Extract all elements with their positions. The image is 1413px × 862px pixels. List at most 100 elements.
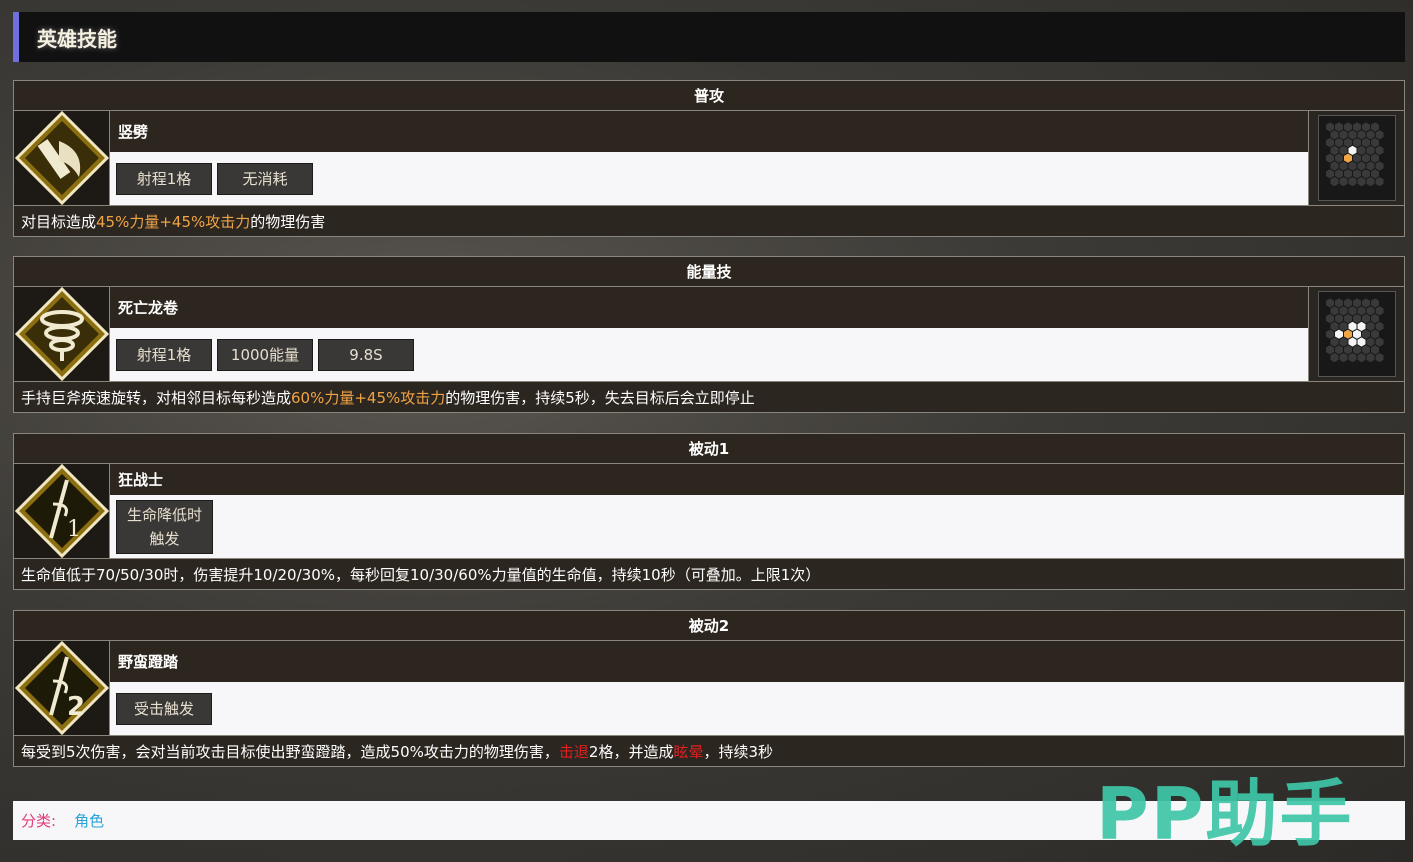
hex-cell xyxy=(1357,306,1365,316)
hex-cell xyxy=(1348,145,1356,155)
watermark-logo: PP助手 xyxy=(1096,772,1354,856)
hex-cell xyxy=(1366,145,1374,155)
hex-cell xyxy=(1330,321,1338,331)
hex-cell xyxy=(1375,145,1383,155)
hex-cell xyxy=(1334,138,1343,148)
hex-cell xyxy=(1352,153,1361,163)
hex-cell xyxy=(1343,329,1352,339)
svg-text:2: 2 xyxy=(67,692,85,722)
hex-cell xyxy=(1375,353,1383,363)
hex-cell xyxy=(1343,153,1352,163)
hex-cell xyxy=(1366,177,1374,187)
hex-cell xyxy=(1375,306,1383,316)
hex-cell xyxy=(1334,153,1343,163)
hex-range-1-icon xyxy=(1317,115,1396,201)
hex-cell xyxy=(1361,329,1370,339)
hex-cell xyxy=(1366,321,1374,331)
hex-cell xyxy=(1348,177,1356,187)
hex-cell xyxy=(1366,130,1374,140)
hex-cell xyxy=(1325,153,1334,163)
hex-cell xyxy=(1330,161,1338,171)
hex-cell xyxy=(1352,329,1361,339)
hex-cell xyxy=(1366,306,1374,316)
hex-cell xyxy=(1370,314,1379,324)
hex-cell xyxy=(1375,130,1383,140)
category-label: 分类: xyxy=(21,812,57,830)
skill-tag-range: 射程1格 xyxy=(116,162,212,195)
skill-tag-trigger: 受击触发 xyxy=(116,692,212,725)
hex-cell xyxy=(1375,337,1383,347)
hex-cell xyxy=(1325,298,1334,308)
hex-cell xyxy=(1352,298,1361,308)
hex-cell xyxy=(1339,145,1347,155)
hex-cell xyxy=(1339,337,1347,347)
hex-cell xyxy=(1343,314,1352,324)
hex-cell xyxy=(1361,314,1370,324)
skill-category: 普攻 xyxy=(14,81,1404,111)
skill-name: 野蛮蹬踏 xyxy=(110,641,1404,682)
skill-table-passive-1: 被动1 1 狂战士 生命降低时 触发 生命值低于70/50/30时，伤害提升10… xyxy=(13,433,1405,590)
hex-cell xyxy=(1325,345,1334,355)
hex-cell xyxy=(1334,122,1343,132)
hex-cell xyxy=(1334,298,1343,308)
hex-cell xyxy=(1357,145,1365,155)
hex-cell xyxy=(1370,122,1379,132)
passive-1-icon: 1 xyxy=(14,464,110,558)
skill-category: 能量技 xyxy=(14,257,1404,287)
hex-cell xyxy=(1343,345,1352,355)
hex-cell xyxy=(1361,298,1370,308)
hex-cell xyxy=(1370,138,1379,148)
skill-description: 生命值低于70/50/30时，伤害提升10/20/30%，每秒回复10/30/6… xyxy=(14,559,1404,589)
hex-cell xyxy=(1366,353,1374,363)
skill-tag-cost: 1000能量 xyxy=(217,338,313,371)
hex-cell xyxy=(1348,337,1356,347)
hex-cell xyxy=(1370,153,1379,163)
category-link[interactable]: 角色 xyxy=(74,810,104,831)
hex-cell xyxy=(1334,169,1343,179)
hex-cell xyxy=(1348,130,1356,140)
hex-cell xyxy=(1325,169,1334,179)
hex-cell xyxy=(1366,161,1374,171)
hex-cell xyxy=(1348,353,1356,363)
hex-cell xyxy=(1375,321,1383,331)
skill-name: 死亡龙卷 xyxy=(110,287,1308,328)
hex-cell xyxy=(1352,314,1361,324)
skill-table-passive-2: 被动2 2 野蛮蹬踏 受击触发 每受到5次伤害，会对当前攻击目标使出野蛮蹬踏，造… xyxy=(13,610,1405,767)
hex-cell xyxy=(1330,145,1338,155)
hex-cell xyxy=(1366,337,1374,347)
passive-2-icon: 2 xyxy=(14,641,110,735)
skill-tag-range: 射程1格 xyxy=(116,338,212,371)
skill-name: 竖劈 xyxy=(110,111,1308,152)
axe-strike-icon xyxy=(14,111,110,205)
section-title: 英雄技能 xyxy=(37,26,117,51)
hex-cell xyxy=(1361,153,1370,163)
hex-cell xyxy=(1339,130,1347,140)
hex-cell xyxy=(1334,345,1343,355)
skill-name: 狂战士 xyxy=(110,464,1404,495)
skill-tag-cost: 无消耗 xyxy=(217,162,313,195)
hex-cell xyxy=(1343,298,1352,308)
hex-cell xyxy=(1339,321,1347,331)
hex-cell xyxy=(1325,329,1334,339)
hex-cell xyxy=(1325,314,1334,324)
hex-cell xyxy=(1330,306,1338,316)
hex-cell xyxy=(1325,122,1334,132)
hex-cell xyxy=(1361,122,1370,132)
hex-cell xyxy=(1361,345,1370,355)
hex-cell xyxy=(1348,306,1356,316)
skill-description: 手持巨斧疾速旋转，对相邻目标每秒造成 60%力量+45%攻击力 的物理伤害，持续5秒… xyxy=(14,382,1404,412)
hex-cell xyxy=(1370,329,1379,339)
skill-category: 被动1 xyxy=(14,434,1404,464)
hex-cell xyxy=(1343,122,1352,132)
hex-cell xyxy=(1352,169,1361,179)
skill-tag-cooldown: 9.8S xyxy=(318,338,414,371)
hex-cell xyxy=(1330,353,1338,363)
hex-cell xyxy=(1361,138,1370,148)
skill-description: 对目标造成 45%力量+45%攻击力 的物理伤害 xyxy=(14,206,1404,236)
hex-cell xyxy=(1330,337,1338,347)
hex-cell xyxy=(1357,353,1365,363)
hex-cell xyxy=(1375,177,1383,187)
hex-cell xyxy=(1357,130,1365,140)
hex-cell xyxy=(1334,314,1343,324)
hex-cell xyxy=(1357,337,1365,347)
